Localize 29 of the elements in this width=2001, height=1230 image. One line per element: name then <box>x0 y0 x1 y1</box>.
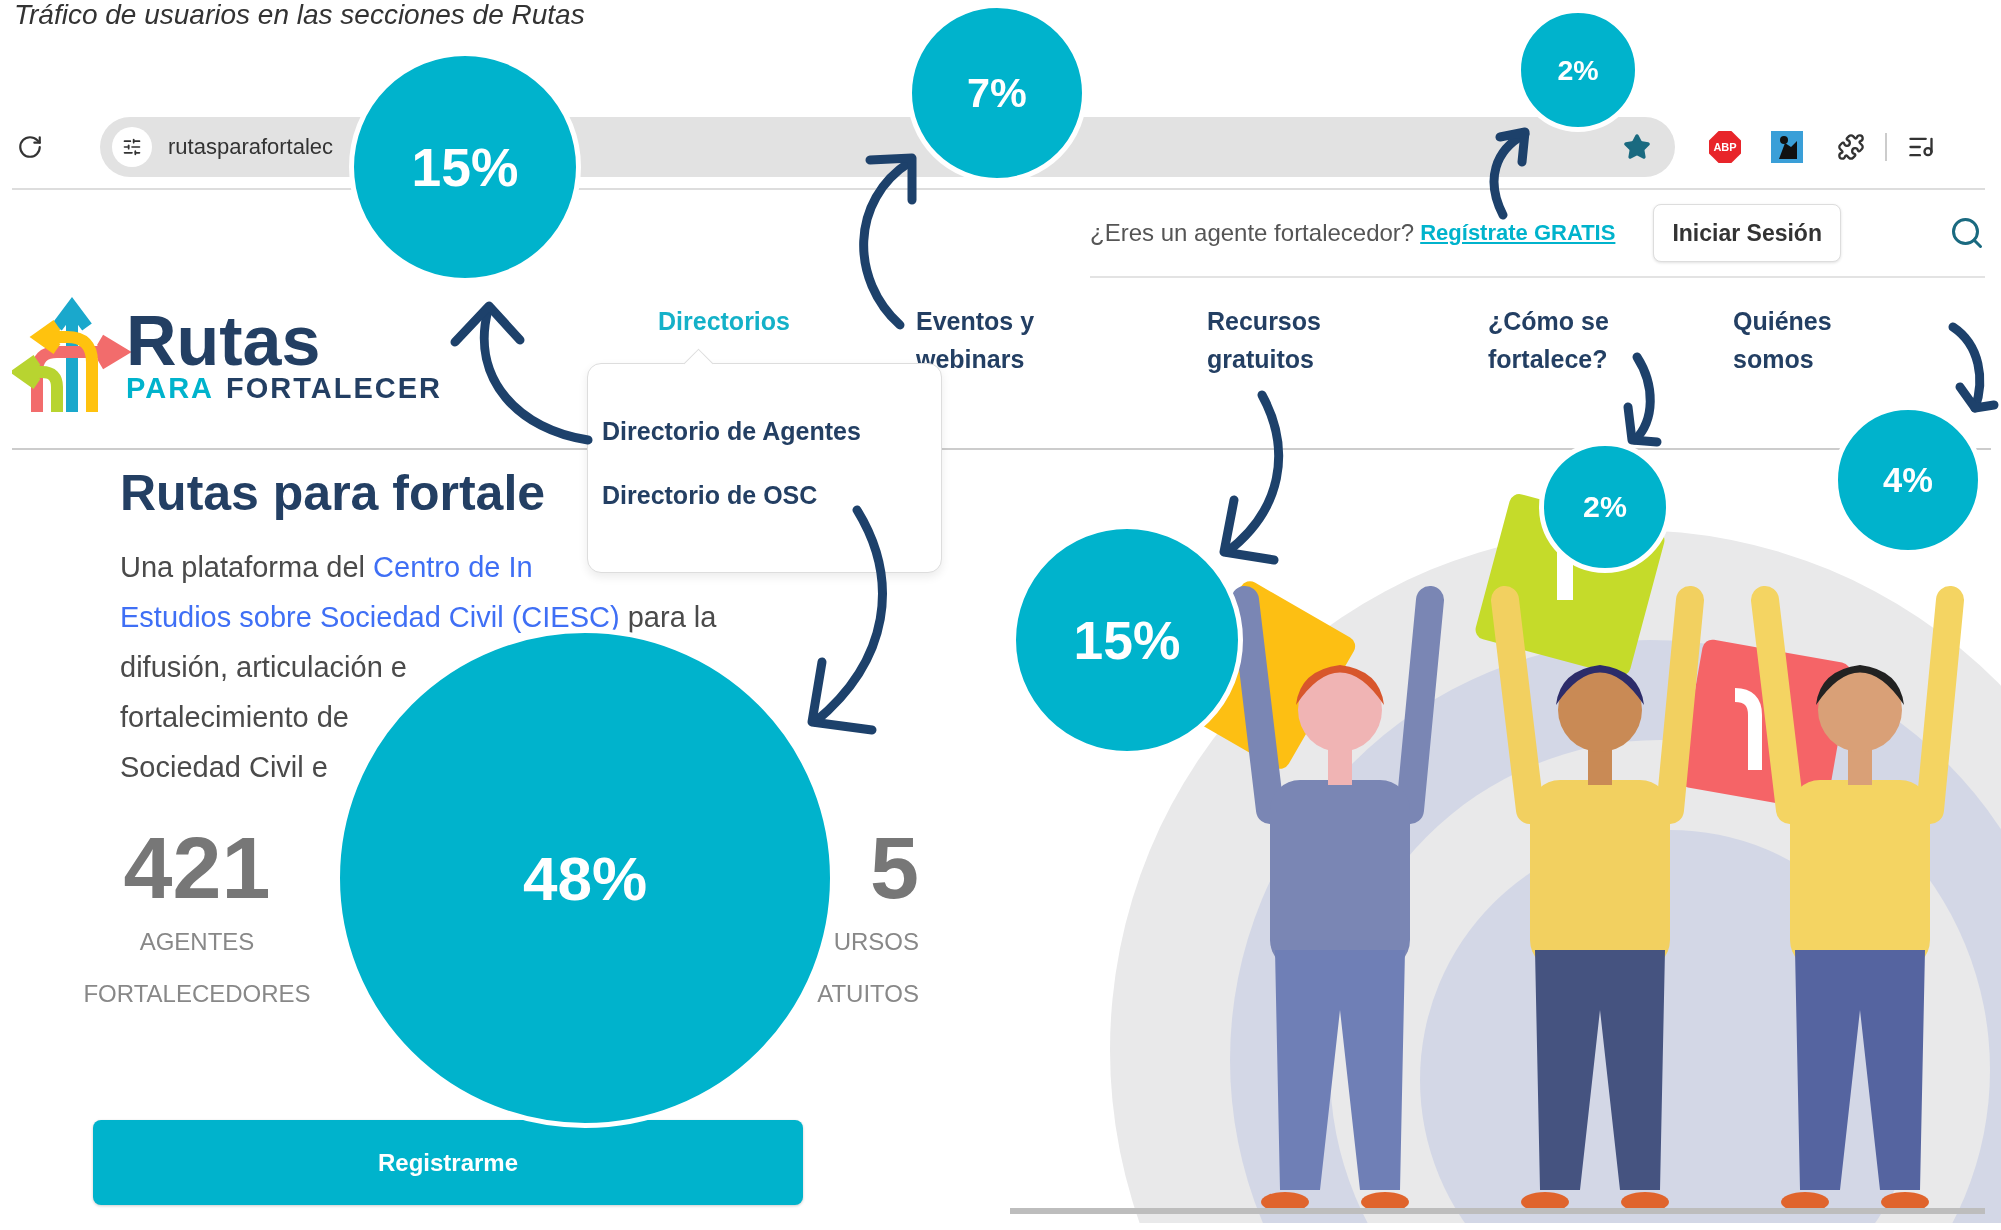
logo-subtitle: FORTALECER <box>226 372 443 405</box>
dropdown-item[interactable]: Directorio de Agentes <box>602 414 941 448</box>
reader-extension-icon[interactable] <box>1771 131 1803 163</box>
nav-link[interactable]: Recursos gratuitos <box>1207 302 1357 378</box>
adblock-extension-icon[interactable]: ABP <box>1709 131 1741 163</box>
logo-subtitle: PARA <box>126 372 215 405</box>
stat-label: AGENTES <box>139 927 255 957</box>
stat-label: URSOS <box>833 927 919 957</box>
stat-label: FORTALECEDORES <box>83 979 311 1009</box>
hero-title: Rutas para fortale <box>120 464 546 522</box>
ciesc-link[interactable]: Estudios sobre Sociedad Civil (CIESC) <box>120 601 620 633</box>
login-button[interactable]: Iniciar Sesión <box>1653 204 1841 262</box>
figure-caption: Tráfico de usuarios en las secciones de Rutas <box>13 0 586 30</box>
hero-text-line: Una plataforma del Centro de In <box>120 550 533 585</box>
stat-number: 421 <box>123 820 271 916</box>
stat-label: ATUITOS <box>817 979 919 1009</box>
nav-link[interactable]: ¿Cómo se fortalece? <box>1488 302 1638 378</box>
agent-question: ¿Eres un agente fortalecedor? <box>1090 219 1415 247</box>
hero-text-line: Sociedad Civil e <box>120 750 328 785</box>
url-text: rutasparafortalec <box>168 134 335 160</box>
hero-text-line: fortalecimiento de <box>120 700 349 735</box>
hero-text-line: difusión, articulación e <box>120 650 407 685</box>
site-settings-icon[interactable] <box>112 127 152 167</box>
nav-link[interactable]: Quiénes somos <box>1733 302 1883 378</box>
dropdown-item[interactable]: Directorio de OSC <box>602 478 941 512</box>
search-icon[interactable] <box>1949 215 1985 251</box>
ciesc-link[interactable]: Centro de In <box>373 551 533 583</box>
stat-number: 5 <box>870 820 919 916</box>
logo-title: Rutas <box>126 310 321 372</box>
